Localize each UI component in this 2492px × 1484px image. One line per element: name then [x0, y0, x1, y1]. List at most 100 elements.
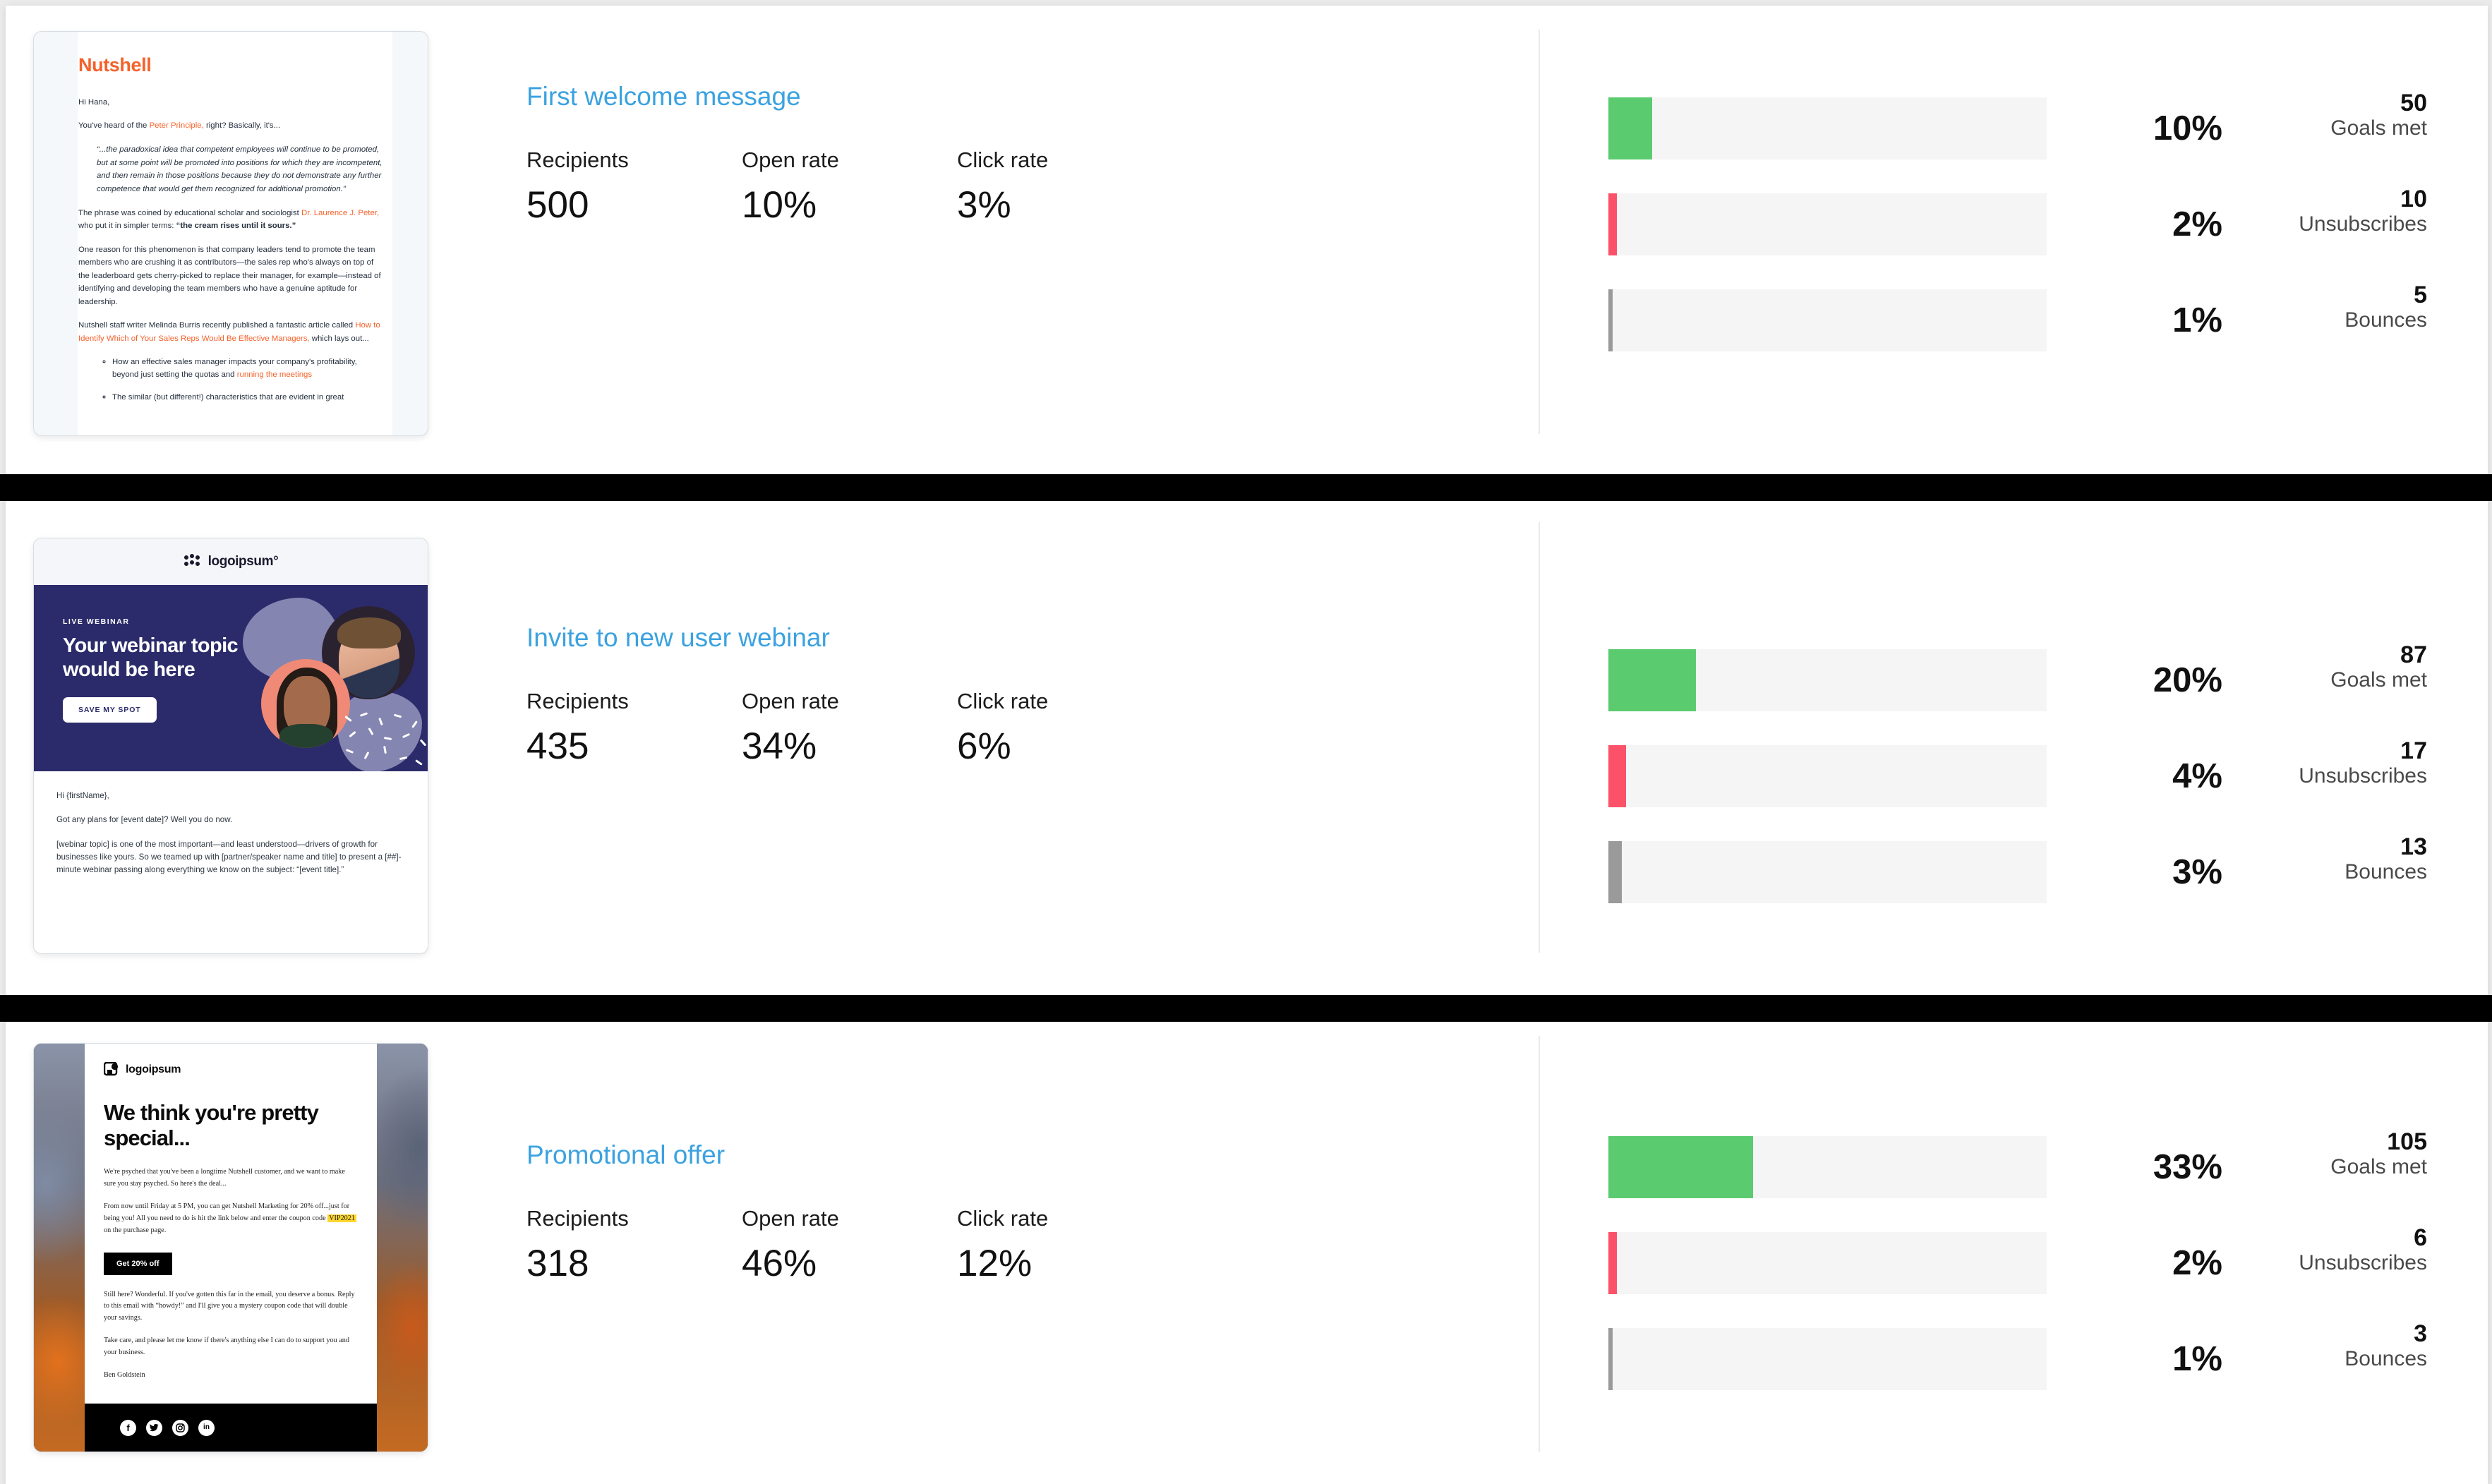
- bar-track: [1608, 841, 2047, 903]
- stat-label: Open rate: [742, 1206, 839, 1231]
- campaign-metrics: Promotional offer Recipients 318 Open ra…: [526, 1142, 1172, 1282]
- stat-recipients: Recipients 500: [526, 149, 742, 224]
- stat-label: Open rate: [742, 689, 839, 713]
- bar-row-goals-met: 10% 50 Goals met: [1608, 90, 2427, 159]
- bar-label: Unsubscribes: [2299, 764, 2427, 788]
- bar-count: 3: [2414, 1320, 2427, 1347]
- stat-value: 34%: [742, 725, 817, 767]
- stat-value: 500: [526, 184, 589, 226]
- performance-bar-chart: 20% 87 Goals met 4% 17 Unsubscribes 3% 1…: [1608, 642, 2427, 937]
- bar-side-info: 5 Bounces: [2194, 282, 2427, 332]
- campaign-row: Promotional offer Recipients 318 Open ra…: [0, 1022, 2482, 1478]
- bar-fill: [1608, 97, 1652, 159]
- campaign-row: Invite to new user webinar Recipients 43…: [0, 501, 2482, 995]
- bar-count: 50: [2400, 90, 2427, 116]
- stat-open-rate: Open rate 46%: [742, 1207, 957, 1282]
- campaign-metrics: Invite to new user webinar Recipients 43…: [526, 625, 1172, 765]
- bar-label: Goals met: [2330, 116, 2427, 140]
- stat-value: 12%: [957, 1243, 1033, 1284]
- bar-count: 10: [2400, 186, 2427, 212]
- bar-track: [1608, 1328, 2047, 1390]
- bar-count: 6: [2414, 1224, 2427, 1251]
- bar-fill: [1608, 841, 1622, 903]
- stat-value: 6%: [957, 725, 1011, 767]
- bar-side-info: 3 Bounces: [2194, 1321, 2427, 1370]
- stat-open-rate: Open rate 10%: [742, 149, 957, 224]
- column-divider: [1539, 30, 1540, 434]
- bar-count: 87: [2400, 641, 2427, 668]
- bar-side-info: 13 Bounces: [2194, 834, 2427, 883]
- bar-row-goals-met: 20% 87 Goals met: [1608, 642, 2427, 711]
- campaign-metrics: First welcome message Recipients 500 Ope…: [526, 83, 1172, 224]
- bar-count: 105: [2387, 1128, 2427, 1155]
- column-divider: [1539, 1036, 1540, 1452]
- bar-fill: [1608, 649, 1696, 711]
- stat-label: Recipients: [526, 147, 629, 172]
- bar-fill: [1608, 1136, 1753, 1198]
- bar-label: Unsubscribes: [2299, 212, 2427, 236]
- bar-track: [1608, 193, 2047, 255]
- stat-label: Recipients: [526, 689, 629, 713]
- bar-label: Goals met: [2330, 668, 2427, 692]
- stat-value: 10%: [742, 184, 817, 226]
- row-separator-band: [0, 474, 2492, 501]
- report-page: Nutshell Hi Hana, You've heard of the Pe…: [0, 0, 2492, 1484]
- bar-row-bounces: 1% 5 Bounces: [1608, 282, 2427, 351]
- stat-click-rate: Click rate 3%: [957, 149, 1172, 224]
- bar-fill: [1608, 1232, 1617, 1294]
- bar-label: Bounces: [2344, 308, 2427, 332]
- bar-row-goals-met: 33% 105 Goals met: [1608, 1129, 2427, 1198]
- bar-label: Goals met: [2330, 1154, 2427, 1178]
- bar-side-info: 17 Unsubscribes: [2194, 738, 2427, 788]
- stat-group: Recipients 318 Open rate 46% Click rate …: [526, 1207, 1172, 1282]
- bar-track: [1608, 289, 2047, 351]
- bar-row-unsubscribes: 4% 17 Unsubscribes: [1608, 738, 2427, 807]
- campaign-title[interactable]: Invite to new user webinar: [526, 625, 1172, 651]
- stat-recipients: Recipients 318: [526, 1207, 742, 1282]
- bar-side-info: 6 Unsubscribes: [2194, 1225, 2427, 1274]
- bar-row-unsubscribes: 2% 6 Unsubscribes: [1608, 1225, 2427, 1294]
- bar-row-bounces: 1% 3 Bounces: [1608, 1321, 2427, 1390]
- bar-side-info: 10 Unsubscribes: [2194, 186, 2427, 236]
- stat-value: 46%: [742, 1243, 817, 1284]
- stat-click-rate: Click rate 12%: [957, 1207, 1172, 1282]
- stat-value: 3%: [957, 184, 1011, 226]
- stat-open-rate: Open rate 34%: [742, 690, 957, 765]
- bar-label: Bounces: [2344, 859, 2427, 883]
- column-divider: [1539, 522, 1540, 953]
- stat-label: Click rate: [957, 1206, 1049, 1231]
- bar-track: [1608, 745, 2047, 807]
- stat-value: 435: [526, 725, 589, 767]
- bar-count: 13: [2400, 833, 2427, 860]
- stat-recipients: Recipients 435: [526, 690, 742, 765]
- bar-fill: [1608, 745, 1626, 807]
- bar-track: [1608, 97, 2047, 159]
- performance-bar-chart: 33% 105 Goals met 2% 6 Unsubscribes 1% 3…: [1608, 1129, 2427, 1424]
- performance-bar-chart: 10% 50 Goals met 2% 10 Unsubscribes 1% 5…: [1608, 90, 2427, 385]
- bar-side-info: 50 Goals met: [2194, 90, 2427, 140]
- stat-click-rate: Click rate 6%: [957, 690, 1172, 765]
- bar-row-bounces: 3% 13 Bounces: [1608, 834, 2427, 903]
- bar-label: Bounces: [2344, 1346, 2427, 1370]
- bar-row-unsubscribes: 2% 10 Unsubscribes: [1608, 186, 2427, 255]
- stat-label: Recipients: [526, 1206, 629, 1231]
- stat-label: Open rate: [742, 147, 839, 172]
- bar-side-info: 105 Goals met: [2194, 1129, 2427, 1178]
- bar-label: Unsubscribes: [2299, 1250, 2427, 1274]
- stat-group: Recipients 435 Open rate 34% Click rate …: [526, 690, 1172, 765]
- bar-fill: [1608, 193, 1617, 255]
- bar-side-info: 87 Goals met: [2194, 642, 2427, 692]
- stat-group: Recipients 500 Open rate 10% Click rate …: [526, 149, 1172, 224]
- bar-count: 17: [2400, 737, 2427, 764]
- bar-track: [1608, 1232, 2047, 1294]
- bar-fill: [1608, 289, 1613, 351]
- campaign-title[interactable]: Promotional offer: [526, 1142, 1172, 1168]
- stat-label: Click rate: [957, 689, 1049, 713]
- bar-count: 5: [2414, 282, 2427, 308]
- campaign-title[interactable]: First welcome message: [526, 83, 1172, 109]
- stat-label: Click rate: [957, 147, 1049, 172]
- campaign-row: First welcome message Recipients 500 Ope…: [0, 0, 2482, 474]
- row-separator-band: [0, 995, 2492, 1022]
- bar-fill: [1608, 1328, 1613, 1390]
- stat-value: 318: [526, 1243, 589, 1284]
